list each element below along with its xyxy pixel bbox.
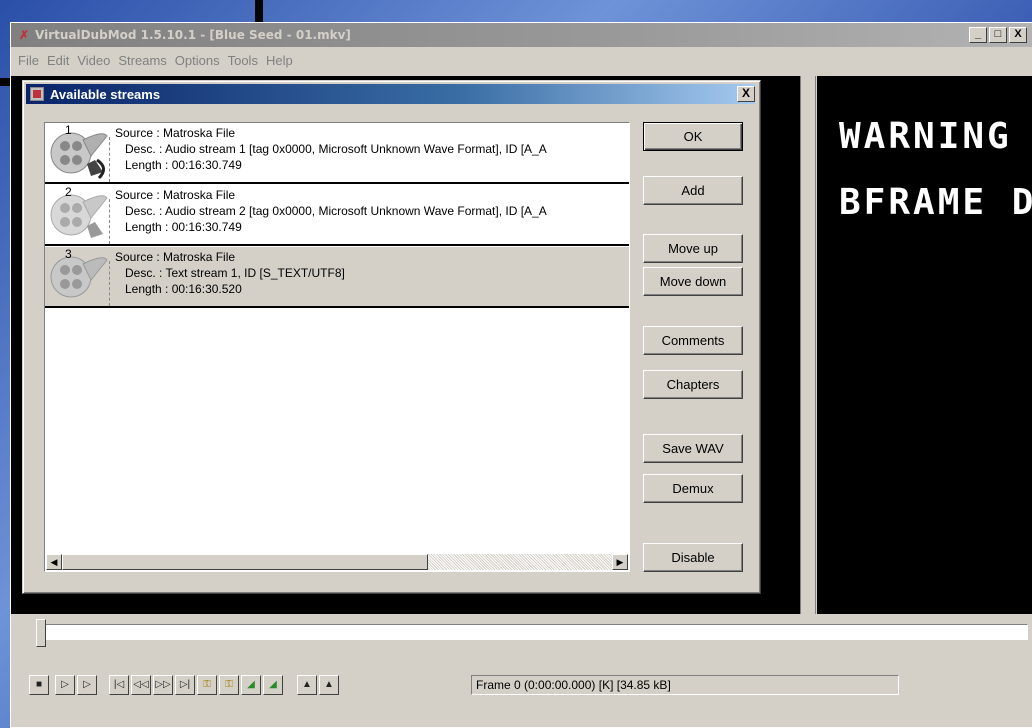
menu-help[interactable]: Help bbox=[262, 49, 297, 68]
frame-status: Frame 0 (0:00:00.000) [K] [34.85 kB] bbox=[471, 675, 899, 695]
menu-video[interactable]: Video bbox=[73, 49, 114, 68]
menu-bar: File Edit Video Streams Options Tools Help bbox=[11, 49, 1032, 69]
stop-icon[interactable]: ■ bbox=[29, 675, 49, 695]
next-keyframe-icon[interactable]: ⚿ bbox=[219, 675, 239, 695]
video-warning-text: WARNING bbox=[839, 116, 1012, 157]
step-forward-icon[interactable]: ▷▷ bbox=[153, 675, 173, 695]
title-bar[interactable]: ✗ VirtualDubMod 1.5.10.1 - [Blue Seed - … bbox=[11, 23, 1032, 47]
tree-connector bbox=[109, 137, 111, 182]
stream-description: Desc. : Audio stream 1 [tag 0x0000, Micr… bbox=[125, 142, 547, 156]
step-back-icon[interactable]: ◁◁ bbox=[131, 675, 151, 695]
prev-scene-icon[interactable]: ◢ bbox=[241, 675, 261, 695]
close-button[interactable]: X bbox=[1009, 27, 1027, 43]
desktop-decoration bbox=[255, 0, 263, 22]
mark-out-icon[interactable]: ▲ bbox=[319, 675, 339, 695]
menu-streams[interactable]: Streams bbox=[114, 49, 170, 68]
stream-number: 3 bbox=[65, 247, 72, 261]
add-button[interactable]: Add bbox=[643, 176, 743, 205]
stream-number: 2 bbox=[65, 185, 72, 199]
menu-options[interactable]: Options bbox=[171, 49, 224, 68]
stream-description: Desc. : Audio stream 2 [tag 0x0000, Micr… bbox=[125, 204, 547, 218]
output-video-pane[interactable]: WARNING BFRAME D bbox=[817, 76, 1032, 614]
chapters-button[interactable]: Chapters bbox=[643, 370, 743, 399]
prev-keyframe-icon[interactable]: ⚿ bbox=[197, 675, 217, 695]
play-output-icon[interactable]: ▷ bbox=[77, 675, 97, 695]
text-stream-icon bbox=[50, 256, 108, 298]
dialog-close-button[interactable]: X bbox=[737, 86, 755, 102]
scroll-right-icon[interactable]: ▶ bbox=[612, 554, 628, 570]
stream-row-selected[interactable]: 3 Source : Matroska File Desc. : Text st… bbox=[45, 247, 629, 308]
save-wav-button[interactable]: Save WAV bbox=[643, 434, 743, 463]
demux-button[interactable]: Demux bbox=[643, 474, 743, 503]
comments-button[interactable]: Comments bbox=[643, 326, 743, 355]
dialog-app-icon bbox=[30, 87, 44, 101]
tree-connector bbox=[109, 199, 111, 244]
audio-stream-icon bbox=[50, 132, 108, 180]
menu-edit[interactable]: Edit bbox=[43, 49, 73, 68]
go-start-icon[interactable]: |◁ bbox=[109, 675, 129, 695]
dialog-title-bar[interactable]: Available streams X bbox=[26, 84, 755, 104]
virtualdub-app-icon: ✗ bbox=[19, 28, 30, 42]
stream-length: Length : 00:16:30.749 bbox=[125, 220, 242, 234]
tree-connector bbox=[109, 261, 111, 306]
stream-source: Source : Matroska File bbox=[115, 250, 236, 264]
window-controls: _ □ X bbox=[969, 27, 1029, 43]
pane-divider[interactable] bbox=[800, 76, 816, 614]
scroll-left-icon[interactable]: ◀ bbox=[46, 554, 62, 570]
stream-row[interactable]: 2 Source : Matroska File Desc. : Audio s… bbox=[45, 185, 629, 246]
video-bframe-text: BFRAME D bbox=[839, 182, 1032, 223]
stream-source: Source : Matroska File bbox=[115, 126, 236, 140]
go-end-icon[interactable]: ▷| bbox=[175, 675, 195, 695]
stream-list[interactable]: 1 Source : Matroska File Desc. : Audio s… bbox=[44, 122, 630, 572]
move-down-button[interactable]: Move down bbox=[643, 267, 743, 296]
stream-length: Length : 00:16:30.520 bbox=[125, 282, 242, 296]
stream-length: Length : 00:16:30.749 bbox=[125, 158, 242, 172]
scrollbar-thumb[interactable] bbox=[62, 554, 428, 570]
menu-file[interactable]: File bbox=[11, 49, 43, 68]
dialog-title: Available streams bbox=[50, 87, 161, 102]
stream-source: Source : Matroska File bbox=[115, 188, 236, 202]
stream-number: 1 bbox=[65, 123, 72, 137]
stream-row[interactable]: 1 Source : Matroska File Desc. : Audio s… bbox=[45, 123, 629, 184]
available-streams-dialog: Available streams X 1 Source : Matroska … bbox=[22, 80, 761, 594]
menu-tools[interactable]: Tools bbox=[224, 49, 262, 68]
position-slider-track[interactable] bbox=[36, 624, 1028, 640]
stream-description: Desc. : Text stream 1, ID [S_TEXT/UTF8] bbox=[125, 266, 345, 280]
maximize-button[interactable]: □ bbox=[989, 27, 1007, 43]
mark-in-icon[interactable]: ▲ bbox=[297, 675, 317, 695]
horizontal-scrollbar[interactable]: ◀ ▶ bbox=[46, 554, 628, 570]
move-up-button[interactable]: Move up bbox=[643, 234, 743, 263]
disable-button[interactable]: Disable bbox=[643, 543, 743, 572]
play-input-icon[interactable]: ▷ bbox=[55, 675, 75, 695]
position-slider-thumb[interactable] bbox=[36, 619, 46, 647]
minimize-button[interactable]: _ bbox=[969, 27, 987, 43]
ok-button[interactable]: OK bbox=[643, 122, 743, 151]
window-title: VirtualDubMod 1.5.10.1 - [Blue Seed - 01… bbox=[35, 28, 351, 42]
audio-stream-icon bbox=[50, 194, 108, 238]
next-scene-icon[interactable]: ◢ bbox=[263, 675, 283, 695]
